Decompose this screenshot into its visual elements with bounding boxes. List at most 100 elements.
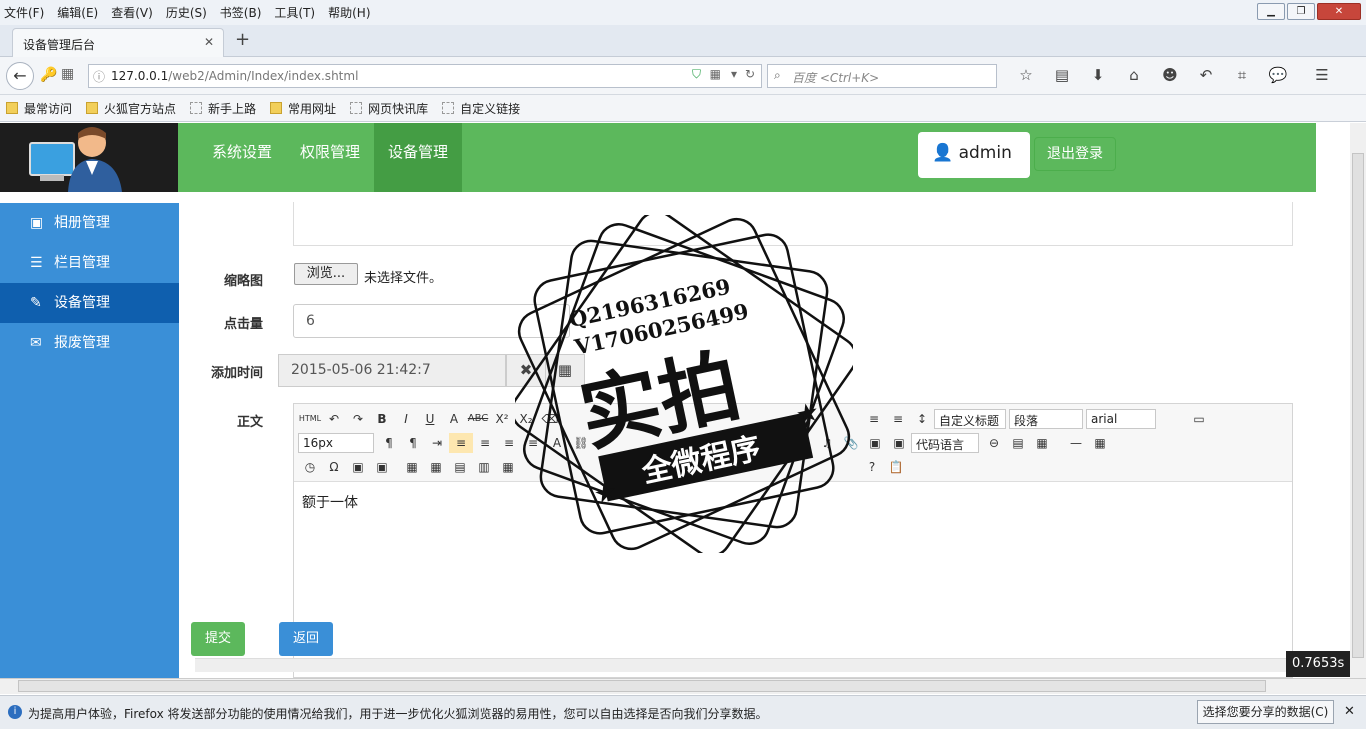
browse-button[interactable]: 浏览... xyxy=(294,263,358,285)
align-left-icon[interactable]: ≡ xyxy=(449,433,473,453)
font-family-select[interactable]: arial xyxy=(1086,409,1156,429)
font-size-select[interactable]: 16px xyxy=(298,433,374,453)
line-height-icon[interactable]: ↕ xyxy=(910,409,934,429)
back-link-button[interactable]: 返回 xyxy=(279,622,333,656)
align-right-icon[interactable]: ≡ xyxy=(497,433,521,453)
snapscreen-icon[interactable]: ▣ xyxy=(346,457,370,477)
bookmark-getting-started[interactable]: 新手上路 xyxy=(190,100,256,117)
download-icon[interactable]: ⬇ xyxy=(1080,66,1116,84)
emoji-icon[interactable]: ☻ xyxy=(1152,66,1188,84)
window-close-button[interactable]: ✕ xyxy=(1317,3,1361,20)
paragraph-select[interactable]: 段落 xyxy=(1009,409,1083,429)
horizontal-rule-icon[interactable]: — xyxy=(1064,433,1088,453)
template-icon[interactable]: ▤ xyxy=(1006,433,1030,453)
help-icon[interactable]: ? xyxy=(860,457,884,477)
insert-row-icon[interactable]: ▤ xyxy=(448,457,472,477)
key-icon[interactable]: 🔑 xyxy=(40,67,57,83)
vertical-scrollbar-thumb[interactable] xyxy=(1352,153,1364,658)
subscript-icon[interactable]: X₂ xyxy=(514,409,538,429)
sidebar-item-columns[interactable]: ☰ 栏目管理 xyxy=(0,243,179,283)
frame-icon[interactable]: ▣ xyxy=(887,433,911,453)
editor-body[interactable]: 额于一体 xyxy=(294,482,1292,522)
bookmark-star-icon[interactable]: ☆ xyxy=(1008,66,1044,84)
menu-edit[interactable]: 编辑(E) xyxy=(57,4,98,21)
insert-col-icon[interactable]: ▥ xyxy=(472,457,496,477)
user-button[interactable]: 👤 admin xyxy=(918,132,1030,178)
inner-horizontal-scrollbar[interactable] xyxy=(195,658,1350,672)
bookmark-web-slices[interactable]: 网页快讯库 xyxy=(350,100,428,117)
share-data-button[interactable]: 选择您要分享的数据(C) xyxy=(1197,700,1334,724)
previous-textarea[interactable] xyxy=(293,202,1293,246)
menu-history[interactable]: 历史(S) xyxy=(166,4,207,21)
qr-icon[interactable]: ▦ xyxy=(710,67,721,81)
reading-list-icon[interactable]: ▤ xyxy=(1044,66,1080,84)
home-icon[interactable]: ⌂ xyxy=(1116,66,1152,84)
align-center-icon[interactable]: ≡ xyxy=(473,433,497,453)
link-icon[interactable]: ⛓ xyxy=(569,433,593,453)
background-icon[interactable]: ▦ xyxy=(1030,433,1054,453)
menu-tools[interactable]: 工具(T) xyxy=(274,4,315,21)
nav-system-settings[interactable]: 系统设置 xyxy=(198,123,286,192)
clicks-input[interactable]: 6 xyxy=(293,304,570,338)
underline-icon[interactable]: U xyxy=(418,409,442,429)
video-icon[interactable]: ▮ xyxy=(791,433,815,453)
browser-tab[interactable]: 设备管理后台 ✕ xyxy=(12,28,224,57)
indent-icon[interactable]: ⇥ xyxy=(425,433,449,453)
hamburger-menu-icon[interactable]: ☰ xyxy=(1304,66,1340,84)
bookmark-common-sites[interactable]: 常用网址 xyxy=(270,100,336,117)
reload-icon[interactable]: ↻ xyxy=(745,67,755,81)
maximize-button[interactable]: ❐ xyxy=(1287,3,1315,20)
word-image-icon[interactable]: ▣ xyxy=(370,457,394,477)
sidebar-item-devices[interactable]: ✎ 设备管理 xyxy=(0,283,179,323)
music-icon[interactable]: ♫ xyxy=(815,433,839,453)
sidebar-item-scrap[interactable]: ✉ 报废管理 xyxy=(0,323,179,363)
bold-icon[interactable]: B xyxy=(370,409,394,429)
close-tab-icon[interactable]: ✕ xyxy=(204,35,214,49)
paste-icon[interactable]: 📋 xyxy=(884,457,908,477)
special-chars-icon[interactable]: Ω xyxy=(322,457,346,477)
ltr-icon[interactable]: ¶ xyxy=(377,433,401,453)
crop-icon[interactable]: ⌗ xyxy=(1224,66,1260,84)
menu-bookmarks[interactable]: 书签(B) xyxy=(220,4,262,21)
search-input[interactable]: ⌕ 百度 <Ctrl+K> xyxy=(767,64,997,88)
date-insert-icon[interactable]: ▦ xyxy=(1088,433,1112,453)
merge-cells-icon[interactable]: ▦ xyxy=(496,457,520,477)
menu-help[interactable]: 帮助(H) xyxy=(328,4,370,21)
horizontal-scrollbar-thumb[interactable] xyxy=(18,680,1266,692)
submit-button[interactable]: 提交 xyxy=(191,622,245,656)
calendar-icon[interactable]: ▦ xyxy=(545,354,585,387)
url-bar[interactable]: ⓘ 127.0.0.1/web2/Admin/Index/index.shtml… xyxy=(88,64,762,88)
time-icon[interactable]: ◷ xyxy=(298,457,322,477)
custom-title-select[interactable]: 自定义标题 xyxy=(934,409,1006,429)
shield-icon[interactable]: ⛉ xyxy=(692,67,701,82)
chat-icon[interactable]: 💬 xyxy=(1260,66,1296,84)
nav-device-management[interactable]: 设备管理 xyxy=(374,123,463,192)
site-info-icon[interactable]: ⓘ xyxy=(93,68,105,85)
clear-date-icon[interactable]: ✖ xyxy=(506,354,546,387)
row-spacing-bottom-icon[interactable]: ≡ xyxy=(886,409,910,429)
row-spacing-top-icon[interactable]: ≡ xyxy=(862,409,886,429)
sidebar-item-album[interactable]: ▣ 相册管理 xyxy=(0,203,179,243)
bookmark-firefox-site[interactable]: 火狐官方站点 xyxy=(86,100,176,117)
menu-file[interactable]: 文件(F) xyxy=(4,4,44,21)
bookmark-custom-links[interactable]: 自定义链接 xyxy=(442,100,520,117)
nav-permission-management[interactable]: 权限管理 xyxy=(286,123,374,192)
italic-icon[interactable]: I xyxy=(394,409,418,429)
html-source-icon[interactable]: HTML xyxy=(298,409,322,429)
minimize-button[interactable]: ▁ xyxy=(1257,3,1285,20)
date-input[interactable]: 2015-05-06 21:42:7 xyxy=(278,354,506,387)
font-color-icon[interactable]: A xyxy=(545,433,569,453)
fullscreen-icon[interactable]: ▭ xyxy=(1187,409,1211,429)
dropdown-icon[interactable]: ▾ xyxy=(731,67,737,81)
emotion-icon[interactable]: ☺ xyxy=(767,433,791,453)
page-icon[interactable]: ▦ xyxy=(61,66,74,82)
page-break-icon[interactable]: ⊖ xyxy=(982,433,1006,453)
undo-icon[interactable]: ↶ xyxy=(322,409,346,429)
menu-view[interactable]: 查看(V) xyxy=(111,4,153,21)
redo-icon[interactable]: ↷ xyxy=(346,409,370,429)
back-button[interactable]: ← xyxy=(6,62,34,90)
align-justify-icon[interactable]: ≡ xyxy=(521,433,545,453)
font-border-icon[interactable]: A xyxy=(442,409,466,429)
map-icon[interactable]: ▣ xyxy=(863,433,887,453)
image-icon[interactable]: ▣ xyxy=(743,433,767,453)
